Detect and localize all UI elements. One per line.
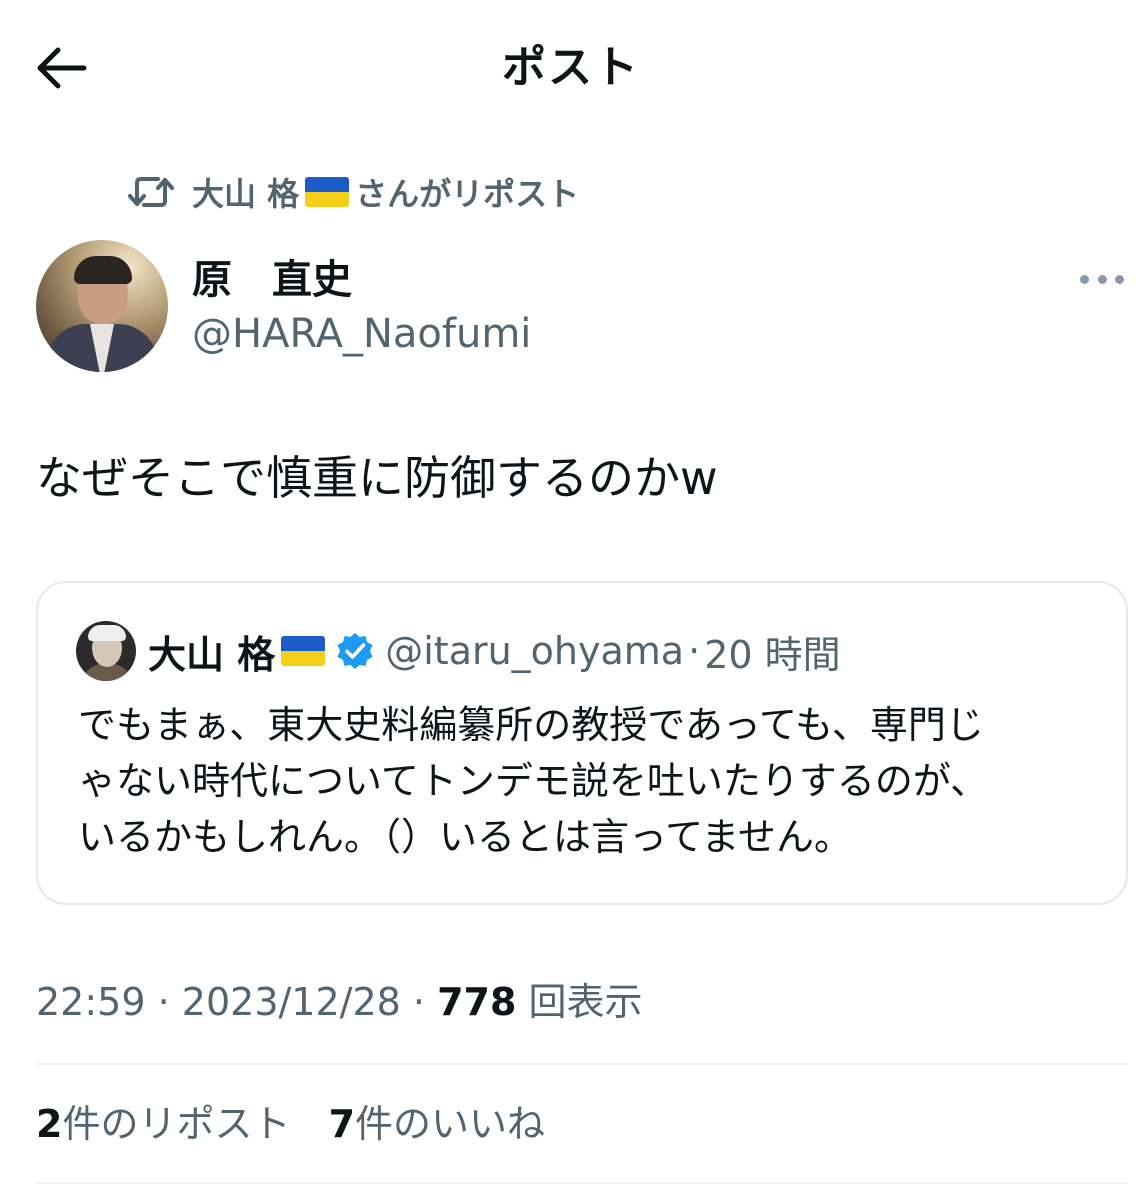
quoted-author-handle: @itaru_ohyama: [385, 629, 685, 673]
repost-context[interactable]: 大山 格 さんがリポスト: [128, 168, 579, 216]
quoted-post-time: 20 時間: [704, 632, 841, 677]
post-date[interactable]: 2023/12/28: [182, 980, 401, 1024]
top-bar: ポスト: [0, 0, 1142, 130]
separator-dot: ·: [688, 629, 701, 673]
ukraine-flag-icon: [305, 177, 350, 207]
page-title: ポスト: [502, 42, 640, 93]
more-options-button[interactable]: [1076, 258, 1128, 300]
repost-icon: [128, 172, 174, 212]
divider: [36, 1182, 1128, 1184]
author-display-name[interactable]: 原 直史: [192, 254, 352, 306]
quoted-post[interactable]: 大山 格 @itaru_ohyama · 20 時間 でもまぁ、東大史料編纂所の…: [36, 581, 1128, 905]
divider: [36, 1063, 1128, 1065]
likes-stat[interactable]: 7件のいいね: [329, 1102, 545, 1146]
separator-dot: ·: [412, 980, 426, 1024]
author-handle[interactable]: @HARA_Naofumi: [192, 308, 531, 360]
reposts-count: 2: [36, 1102, 63, 1146]
views-count: 778: [437, 980, 517, 1024]
reposts-label: 件のリポスト: [62, 1102, 291, 1146]
post-metadata: 22:59 · 2023/12/28 · 778 回表示: [36, 976, 643, 1028]
quoted-post-text: でもまぁ、東大史料編纂所の教授であっても、専門じ ゃない時代についてトンデモ説を…: [78, 703, 989, 859]
author-avatar[interactable]: [36, 240, 168, 372]
more-dots-icon: [1080, 274, 1089, 284]
quoted-author-avatar: [76, 621, 136, 681]
quoted-author-name: 大山 格: [148, 632, 276, 677]
separator-dot: ·: [157, 980, 170, 1024]
likes-label: 件のいいね: [355, 1102, 546, 1146]
reposter-name: 大山 格: [192, 175, 300, 213]
repost-suffix: さんがリポスト: [355, 175, 580, 213]
engagement-stats: 2件のリポスト 7件のいいね: [36, 1096, 571, 1152]
likes-count: 7: [328, 1102, 356, 1146]
reposts-stat[interactable]: 2件のリポスト: [36, 1102, 290, 1146]
post-text: なぜそこで慎重に防御するのかw: [36, 451, 718, 505]
quoted-post-header: 大山 格 @itaru_ohyama · 20 時間: [148, 623, 841, 679]
ukraine-flag-icon: [281, 636, 326, 666]
verified-badge-icon: [335, 631, 375, 671]
post-time[interactable]: 22:59: [36, 980, 146, 1024]
views-label: 回表示: [528, 980, 643, 1024]
